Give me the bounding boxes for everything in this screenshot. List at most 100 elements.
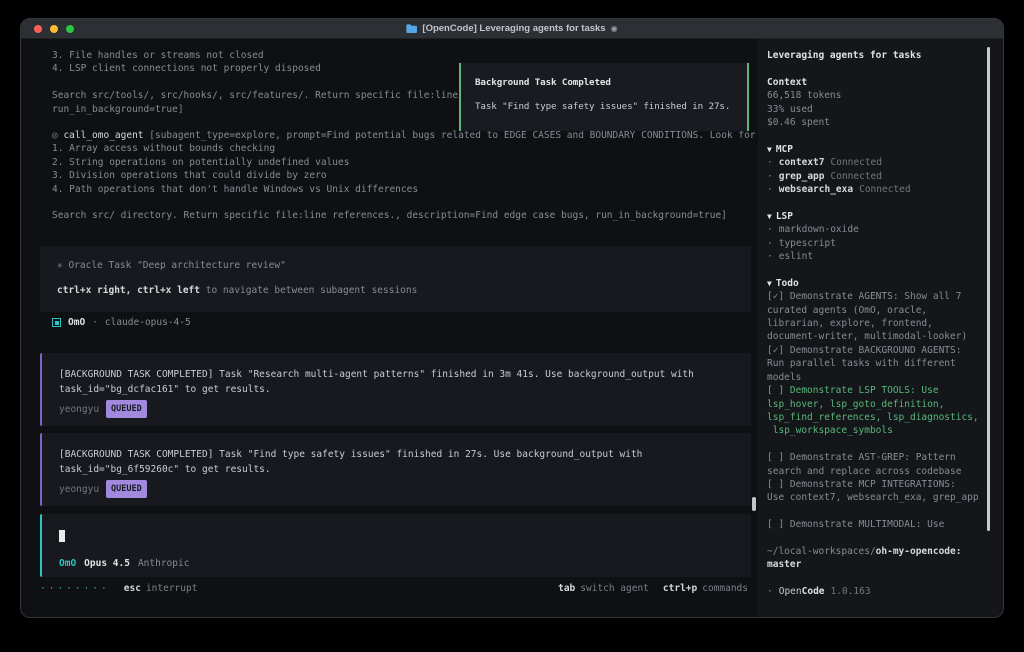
zoom-window-button[interactable] xyxy=(66,25,74,33)
agent-model: claude-opus-4-5 xyxy=(105,316,191,329)
agent-separator: · xyxy=(92,316,98,329)
subagent-nav-hint: ctrl+x right, ctrl+x left to navigate be… xyxy=(57,284,751,297)
app-window: [OpenCode] Leveraging agents for tasks ◉… xyxy=(20,18,1004,618)
message-text: [BACKGROUND TASK COMPLETED] Task "Resear… xyxy=(59,367,751,397)
oracle-task-panel[interactable]: ✳ Oracle Task "Deep architecture review"… xyxy=(40,246,751,312)
lsp-name: markdown-oxide xyxy=(779,224,859,235)
todo-item-pending: [ ] Demonstrate AST-GREP: Pattern search… xyxy=(767,451,989,478)
lsp-item: · markdown-oxide xyxy=(767,223,989,236)
lsp-section-header[interactable]: ▼ LSP xyxy=(767,210,989,223)
agent-session-header: OmO · claude-opus-4-5 xyxy=(52,316,191,329)
mcp-item: ·grep_appConnected xyxy=(767,170,989,183)
agent-omo-icon xyxy=(52,318,61,327)
oracle-task-title: Oracle Task "Deep architecture review" xyxy=(68,260,285,271)
todo-item-done: [✓] Demonstrate BACKGROUND AGENTS: Run p… xyxy=(767,344,989,384)
chevron-down-icon: ▼ xyxy=(767,145,772,154)
sidebar: Leveraging agents for tasks Context 66,5… xyxy=(758,39,1003,617)
oracle-task-icon: ✳ xyxy=(57,260,68,271)
background-task-message: [BACKGROUND TASK COMPLETED] Task "Resear… xyxy=(40,353,751,426)
agent-name: OmO xyxy=(68,316,85,329)
mcp-name: context7 xyxy=(779,157,825,168)
esc-key-label: interrupt xyxy=(146,582,197,595)
context-tokens: 66,518 tokens xyxy=(767,89,989,102)
input-agent-name: OmO xyxy=(59,557,76,570)
context-spent: $0.46 spent xyxy=(767,116,989,129)
tool-call-block: ◎ call_omo_agent [subagent_type=explore,… xyxy=(52,129,756,223)
mcp-name: websearch_exa xyxy=(779,184,853,195)
lsp-name: eslint xyxy=(779,251,813,262)
mcp-header-label: MCP xyxy=(776,144,793,155)
message-author: yeongyu xyxy=(59,482,99,497)
mcp-status: Connected xyxy=(831,171,882,182)
status-badge: QUEUED xyxy=(106,400,147,418)
input-agent-row: OmO Opus 4.5 Anthropic xyxy=(59,557,751,570)
tool-call-icon: ◎ xyxy=(52,130,63,141)
minimize-window-button[interactable] xyxy=(50,25,58,33)
message-text: [BACKGROUND TASK COMPLETED] Task "Find t… xyxy=(59,447,751,477)
lsp-item: · eslint xyxy=(767,250,989,263)
todo-item-pending: [ ] Demonstrate MULTIMODAL: Use xyxy=(767,518,989,531)
todo-header-label: Todo xyxy=(776,278,799,289)
tool-call-name: call_omo_agent xyxy=(63,130,143,141)
status-dot-icon: · xyxy=(767,184,773,195)
tab-key-hint: tab xyxy=(558,582,575,595)
tool-call-body: 1. Array access without bounds checking … xyxy=(52,142,756,222)
todo-item-pending: [ ] Demonstrate MCP INTEGRATIONS: Use co… xyxy=(767,478,989,505)
status-dot-icon: · xyxy=(767,157,773,168)
window-title-text: [OpenCode] Leveraging agents for tasks xyxy=(422,23,605,34)
message-author: yeongyu xyxy=(59,402,99,417)
input-model-name: Opus 4.5 xyxy=(84,557,130,570)
close-window-button[interactable] xyxy=(34,25,42,33)
text-cursor xyxy=(59,530,65,542)
app-version-footer: · OpenCode 1.0.163 xyxy=(767,585,989,598)
ctrlp-key-hint: ctrl+p xyxy=(663,582,697,595)
busy-indicator-icon: ◉ xyxy=(611,24,618,33)
mcp-section: ▼ MCP · context7 Connected ·grep_appConnect… xyxy=(767,143,989,197)
mcp-section-header[interactable]: ▼ MCP xyxy=(767,143,989,156)
mcp-status: Connected xyxy=(859,184,910,195)
todo-section: ▼Todo [✓] Demonstrate AGENTS: Show all 7… xyxy=(767,277,989,532)
todo-section-header[interactable]: ▼ Todo xyxy=(767,277,989,290)
lsp-section: ▼ LSP · markdown-oxide ·typescript · eslint xyxy=(767,210,989,264)
status-bar: ········ esc interrupt tab switch agent … xyxy=(40,582,748,595)
tab-key-label: switch agent xyxy=(580,582,649,595)
ctrlp-key-label: commands xyxy=(702,582,748,595)
status-dot-icon: · xyxy=(767,586,773,597)
context-section: Context 66,518 tokens 33% used $0.46 spe… xyxy=(767,76,989,130)
chevron-down-icon: ▼ xyxy=(767,212,772,221)
status-dot-icon: · xyxy=(767,224,773,235)
titlebar[interactable]: [OpenCode] Leveraging agents for tasks ◉ xyxy=(21,19,1003,39)
tool-call-args: [subagent_type=explore, prompt=Find pote… xyxy=(144,130,756,141)
background-task-message: [BACKGROUND TASK COMPLETED] Task "Find t… xyxy=(40,433,751,506)
mcp-status: Connected xyxy=(831,157,882,168)
prompt-input[interactable]: OmO Opus 4.5 Anthropic xyxy=(40,514,751,577)
activity-dots: ········ xyxy=(40,582,110,595)
workspace-branch: master xyxy=(767,558,989,571)
app-name: Open xyxy=(779,586,802,597)
workspace-info: ~/local-workspaces/oh-my-opencode: maste… xyxy=(767,545,989,572)
esc-key-hint: esc xyxy=(124,582,141,595)
terminal-main-pane: 3. File handles or streams not closed 4.… xyxy=(21,39,758,617)
chevron-down-icon: ▼ xyxy=(767,279,772,288)
app-name-bold: Code xyxy=(802,586,825,597)
toast-body: Task "Find type safety issues" finished … xyxy=(475,100,739,113)
lsp-header-label: LSP xyxy=(776,211,793,222)
workspace-path-line: ~/local-workspaces/oh-my-opencode: xyxy=(767,545,989,558)
window-title: [OpenCode] Leveraging agents for tasks ◉ xyxy=(406,23,617,34)
message-meta: yeongyu QUEUED xyxy=(59,400,751,418)
status-dot-icon: · xyxy=(767,251,773,262)
context-used: 33% used xyxy=(767,103,989,116)
scrollback-text: 3. File handles or streams not closed 4.… xyxy=(52,49,458,116)
main-scrollbar-thumb[interactable] xyxy=(752,497,756,511)
sidebar-scrollbar[interactable] xyxy=(987,47,990,531)
lsp-item: ·typescript xyxy=(767,237,989,250)
hint-text: to navigate between subagent sessions xyxy=(200,285,417,296)
folder-icon xyxy=(406,24,417,33)
lsp-name: typescript xyxy=(779,238,836,249)
todo-item-active: [ ] Demonstrate LSP TOOLS: Use lsp_hover… xyxy=(767,384,989,438)
mcp-item: · context7 Connected xyxy=(767,156,989,169)
background-task-toast[interactable]: Background Task Completed Task "Find typ… xyxy=(459,63,749,131)
workspace-repo: oh-my-opencode: xyxy=(876,546,962,557)
hint-keys: ctrl+x right, ctrl+x left xyxy=(57,285,200,296)
app-version: 1.0.163 xyxy=(831,586,871,597)
